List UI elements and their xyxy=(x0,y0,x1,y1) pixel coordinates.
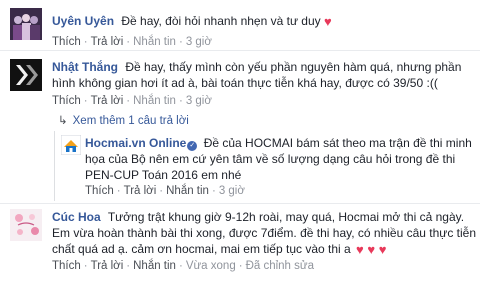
message-link[interactable]: Nhắn tin xyxy=(133,36,176,48)
like-link[interactable]: Thích xyxy=(52,36,81,48)
comment-actions: Thích · Trả lời · Nhắn tin · Vừa xong · Đã chỉnh… xyxy=(52,260,314,272)
heart-icon: ♥ xyxy=(324,14,332,29)
like-link[interactable]: Thích xyxy=(52,95,81,107)
timestamp[interactable]: 3 giờ xyxy=(219,185,245,197)
timestamp[interactable]: Vừa xong xyxy=(186,260,236,272)
comment-text: Tưởng trật khung giờ 9-12h roài, may quá… xyxy=(52,210,476,256)
edited-link[interactable]: Đã chỉnh sửa xyxy=(246,260,314,272)
page-avatar[interactable] xyxy=(61,135,81,155)
timestamp[interactable]: 3 giờ xyxy=(186,36,212,48)
reply-link[interactable]: Trả lời xyxy=(91,36,124,48)
reply-link[interactable]: Trả lời xyxy=(91,260,124,272)
comment-body: Uyên Uyên Đề hay, đòi hỏi nhanh nhẹn và … xyxy=(52,13,476,29)
timestamp[interactable]: 3 giờ xyxy=(186,95,212,107)
comment-1: Uyên Uyên Đề hay, đòi hỏi nhanh nhẹn và … xyxy=(0,0,480,48)
commenter-name[interactable]: Nhật Thắng xyxy=(52,60,118,74)
heart-icon: ♥ ♥ ♥ xyxy=(356,242,387,257)
divider xyxy=(0,203,480,204)
verified-badge-icon: ✓ xyxy=(187,141,198,151)
message-link[interactable]: Nhắn tin xyxy=(133,95,176,107)
reply-arrow-icon: ↳ xyxy=(58,115,68,127)
comment-body: Cúc Hoa Tưởng trật khung giờ 9-12h roài,… xyxy=(52,209,476,257)
reply-link[interactable]: Trả lời xyxy=(124,185,157,197)
reply-body: Hocmai.vn Online ✓ Đề của HOCMAI bám sát … xyxy=(85,135,476,183)
commenter-name[interactable]: Cúc Hoa xyxy=(52,210,101,224)
comment-actions: Thích · Trả lời · Nhắn tin · 3 giờ xyxy=(52,36,212,48)
comment-3: Cúc Hoa Tưởng trật khung giờ 9-12h roài,… xyxy=(0,205,480,283)
reply-link[interactable]: Trả lời xyxy=(91,95,124,107)
avatar[interactable] xyxy=(10,59,42,91)
like-link[interactable]: Thích xyxy=(85,185,114,197)
avatar[interactable] xyxy=(10,209,42,241)
reply-actions: Thích · Trả lời · Nhắn tin · 3 giờ xyxy=(85,185,245,197)
avatar[interactable] xyxy=(10,8,42,40)
commenter-name[interactable]: Uyên Uyên xyxy=(52,14,114,28)
message-link[interactable]: Nhắn tin xyxy=(133,260,176,272)
reply-author-name[interactable]: Hocmai.vn Online xyxy=(85,136,186,150)
comment-body: Nhật Thắng Đề hay, thấy mình còn yếu phầ… xyxy=(52,59,476,91)
message-link[interactable]: Nhắn tin xyxy=(166,185,209,197)
divider xyxy=(0,50,480,51)
comment-text: Đề hay, đòi hỏi nhanh nhẹn và tư duy xyxy=(121,14,321,28)
comment-actions: Thích · Trả lời · Nhắn tin · 3 giờ xyxy=(52,95,212,107)
see-more-replies-label[interactable]: Xem thêm 1 câu trả lời xyxy=(73,115,189,127)
reply-thread: Hocmai.vn Online ✓ Đề của HOCMAI bám sát … xyxy=(54,131,476,201)
like-link[interactable]: Thích xyxy=(52,260,81,272)
see-more-replies[interactable]: ↳ Xem thêm 1 câu trả lời xyxy=(58,113,189,127)
